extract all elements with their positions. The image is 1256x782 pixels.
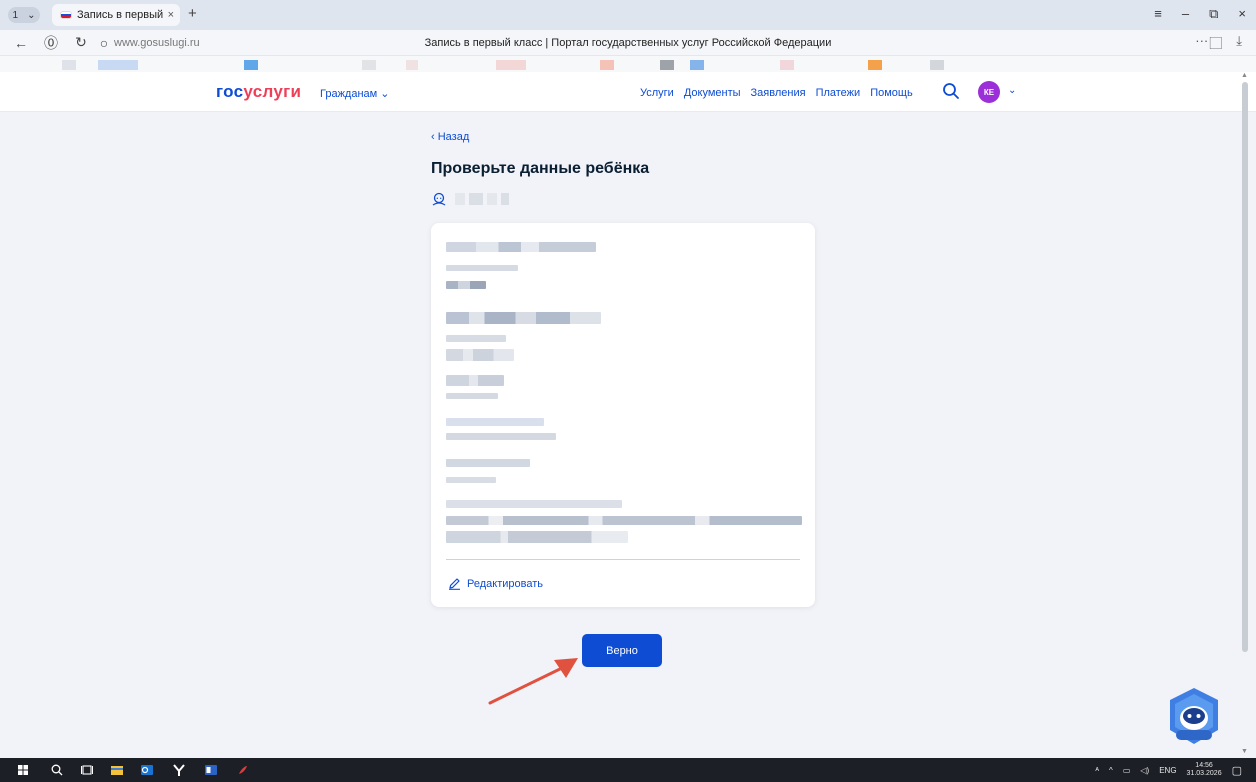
bookmark-item[interactable] bbox=[406, 60, 418, 70]
bookmark-item[interactable] bbox=[660, 60, 674, 70]
nav-documents[interactable]: Документы bbox=[684, 87, 741, 99]
bookmarks-bar bbox=[0, 56, 1256, 72]
tab-counter[interactable]: 1 ⌄ bbox=[8, 7, 40, 23]
redacted-text bbox=[446, 500, 622, 508]
search-icon[interactable] bbox=[942, 82, 960, 100]
nav-services[interactable]: Услуги bbox=[640, 87, 674, 99]
page-title-bar: Запись в первый класс | Портал государст… bbox=[424, 36, 832, 49]
bookmark-item[interactable] bbox=[690, 60, 704, 70]
browser-menu-icon[interactable]: ≡ bbox=[1154, 6, 1162, 22]
redacted-text bbox=[446, 335, 506, 342]
more-icon[interactable]: ··· bbox=[1195, 33, 1208, 52]
redacted-text bbox=[446, 281, 486, 289]
window-controls: ≡ – ⧉ × bbox=[1154, 6, 1246, 22]
child-icon bbox=[432, 192, 446, 206]
browser-tab[interactable]: Запись в первый класс × bbox=[52, 4, 180, 26]
redacted-text bbox=[446, 516, 802, 525]
site-header: госуслуги Гражданам ⌄ Услуги Документы З… bbox=[0, 72, 1256, 112]
system-tray: ᴬ ^ ▭ ◁) ENG 14:56 31.03.2026 ▢ bbox=[1095, 762, 1242, 778]
redacted-text bbox=[446, 433, 556, 440]
tab-close-icon[interactable]: × bbox=[168, 9, 180, 21]
task-view-icon[interactable] bbox=[80, 763, 94, 777]
logo-part-2: услуги bbox=[243, 82, 302, 101]
child-data-card: Редактировать bbox=[431, 223, 815, 607]
edit-button[interactable]: Редактировать bbox=[448, 577, 543, 590]
bookmark-item[interactable] bbox=[62, 60, 76, 70]
chevron-up-icon[interactable]: ^ bbox=[1109, 766, 1113, 775]
outlook-icon[interactable] bbox=[140, 763, 154, 777]
bookmark-item[interactable] bbox=[98, 60, 138, 70]
bookmark-item[interactable] bbox=[868, 60, 882, 70]
network-icon[interactable]: ▭ bbox=[1123, 766, 1131, 775]
logo-part-1: гос bbox=[216, 82, 244, 101]
new-tab-button[interactable]: + bbox=[188, 5, 197, 22]
top-navigation: Услуги Документы Заявления Платежи Помощ… bbox=[640, 87, 913, 99]
scroll-thumb[interactable] bbox=[1242, 82, 1248, 652]
pencil-icon bbox=[449, 578, 460, 590]
language-indicator[interactable]: ENG bbox=[1159, 766, 1176, 775]
edit-label: Редактировать bbox=[467, 577, 543, 590]
browser-tab-strip: 1 ⌄ Запись в первый класс × + ≡ – ⧉ × bbox=[0, 0, 1256, 30]
redacted-text bbox=[446, 459, 530, 467]
minimize-button[interactable]: – bbox=[1182, 6, 1189, 22]
restore-button[interactable]: ⧉ bbox=[1209, 6, 1218, 22]
bookmark-item[interactable] bbox=[930, 60, 944, 70]
child-name-redacted bbox=[455, 193, 509, 205]
redacted-text bbox=[446, 477, 496, 483]
clock[interactable]: 14:56 31.03.2026 bbox=[1187, 762, 1222, 778]
clock-date: 31.03.2026 bbox=[1186, 770, 1222, 777]
nav-payments[interactable]: Платежи bbox=[816, 87, 861, 99]
tab-title: Запись в первый класс bbox=[77, 9, 163, 21]
chevron-down-icon: ⌄ bbox=[380, 88, 390, 100]
redacted-text bbox=[446, 375, 504, 386]
avatar[interactable]: КЕ bbox=[978, 81, 1000, 103]
gosuslugi-logo[interactable]: госуслуги bbox=[216, 82, 301, 102]
windows-start-icon[interactable] bbox=[16, 763, 30, 777]
redacted-text bbox=[446, 242, 596, 252]
chevron-down-icon[interactable]: ⌄ bbox=[1008, 85, 1016, 96]
assistant-robot-icon[interactable] bbox=[1166, 686, 1222, 746]
word-icon[interactable] bbox=[204, 763, 218, 777]
address-bar-actions: ··· ⃞ ⤓ bbox=[1195, 33, 1242, 52]
back-link[interactable]: ‹ Назад bbox=[431, 131, 469, 143]
volume-icon[interactable]: ◁) bbox=[1140, 766, 1149, 775]
page-title: Проверьте данные ребёнка bbox=[431, 160, 650, 177]
nav-help[interactable]: Помощь bbox=[870, 87, 913, 99]
address-bar: ← ⓪ ↻ ○ www.gosuslugi.ru Запись в первый… bbox=[0, 30, 1256, 56]
citizens-label: Гражданам bbox=[320, 88, 378, 100]
yandex-browser-icon[interactable] bbox=[172, 763, 186, 777]
redacted-text bbox=[446, 531, 628, 543]
search-icon[interactable] bbox=[50, 763, 64, 777]
bookmark-item[interactable] bbox=[244, 60, 258, 70]
windows-taskbar: ᴬ ^ ▭ ◁) ENG 14:56 31.03.2026 ▢ bbox=[0, 758, 1256, 782]
redacted-text bbox=[446, 349, 514, 361]
close-window-button[interactable]: × bbox=[1238, 6, 1246, 22]
bookmark-item[interactable] bbox=[362, 60, 376, 70]
chevron-down-icon: ⌄ bbox=[27, 9, 36, 21]
scroll-up-icon[interactable]: ▲ bbox=[1241, 72, 1248, 79]
child-name-row bbox=[431, 192, 509, 206]
tab-counter-label: 1 bbox=[12, 9, 19, 21]
file-explorer-icon[interactable] bbox=[110, 763, 124, 777]
confirm-button[interactable]: Верно bbox=[582, 634, 662, 667]
russian-flag-icon bbox=[60, 11, 72, 19]
redacted-text bbox=[446, 418, 544, 426]
card-divider bbox=[446, 559, 800, 560]
nav-applications[interactable]: Заявления bbox=[751, 87, 806, 99]
redacted-text bbox=[446, 393, 498, 399]
bookmark-item[interactable] bbox=[496, 60, 526, 70]
notifications-icon[interactable]: ▢ bbox=[1232, 764, 1242, 777]
acrobat-icon[interactable] bbox=[236, 763, 250, 777]
bookmark-item[interactable] bbox=[780, 60, 794, 70]
annotation-arrow bbox=[488, 658, 578, 705]
citizens-dropdown[interactable]: Гражданам ⌄ bbox=[320, 87, 390, 100]
clock-time: 14:56 bbox=[1195, 762, 1213, 769]
scroll-down-icon[interactable]: ▼ bbox=[1241, 748, 1248, 755]
person-icon[interactable]: ᴬ bbox=[1095, 766, 1099, 775]
bookmark-item[interactable] bbox=[600, 60, 614, 70]
redacted-text bbox=[446, 312, 601, 324]
downloads-icon[interactable]: ⤓ bbox=[1236, 33, 1242, 52]
redacted-text bbox=[446, 265, 518, 271]
